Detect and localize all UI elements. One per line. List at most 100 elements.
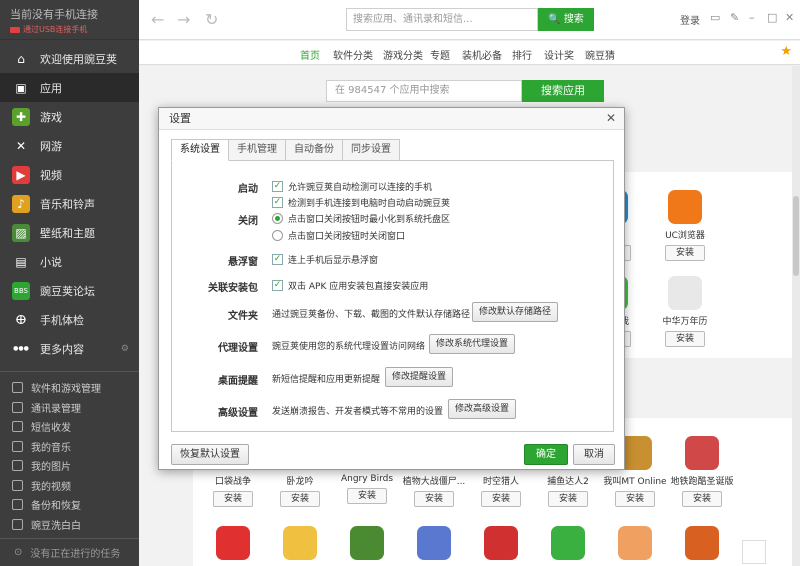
message-icon[interactable]: ▭	[710, 11, 720, 24]
app-card[interactable]	[264, 526, 336, 560]
app-icon[interactable]	[350, 526, 384, 560]
sidebar-item-10[interactable]: ●●● 更多内容 ⚙	[0, 334, 139, 363]
tab-sync-settings[interactable]: 同步设置	[342, 139, 400, 161]
change-advanced-button[interactable]: 修改高级设置	[448, 399, 517, 419]
ok-button[interactable]: 确定	[524, 444, 568, 465]
install-button[interactable]: 安装	[347, 488, 387, 504]
app-icon[interactable]	[484, 526, 518, 560]
app-icon[interactable]	[618, 526, 652, 560]
checkbox-checked[interactable]: ✓	[272, 181, 283, 192]
tab-phone-management[interactable]: 手机管理	[228, 139, 286, 161]
app-card[interactable]	[599, 526, 671, 560]
tab-system-settings[interactable]: 系统设置	[171, 139, 229, 161]
install-button[interactable]: 安装	[280, 491, 320, 507]
restore-defaults-button[interactable]: 恢复默认设置	[171, 444, 249, 465]
close-icon[interactable]: ✕	[785, 11, 794, 24]
forward-icon[interactable]: →	[177, 10, 190, 29]
back-icon[interactable]: ←	[151, 10, 164, 29]
sidebar-item-2[interactable]: ✚ 游戏	[0, 102, 139, 131]
device-status[interactable]: 当前没有手机连接 通过USB连接手机	[0, 0, 139, 40]
app-search-button[interactable]: 搜索应用	[522, 80, 604, 102]
sidebar-item-3[interactable]: ✕ 网游	[0, 131, 139, 160]
maximize-icon[interactable]: □	[767, 11, 777, 24]
radio-unselected[interactable]	[272, 230, 283, 241]
app-card[interactable]	[666, 526, 738, 560]
tab-guess[interactable]: 豌豆猜	[585, 47, 615, 62]
sidebar-sub-item-0[interactable]: 软件和游戏管理	[0, 378, 139, 398]
app-icon[interactable]	[216, 526, 250, 560]
login-link[interactable]: 登录	[680, 12, 700, 27]
close-icon[interactable]: ✕	[606, 111, 616, 125]
tab-essentials[interactable]: 装机必备	[462, 47, 502, 62]
change-notify-button[interactable]: 修改提醒设置	[385, 367, 454, 387]
tab-auto-backup[interactable]: 自动备份	[285, 139, 343, 161]
app-card[interactable]	[331, 526, 403, 560]
app-search-input[interactable]: 在 984547 个应用中搜索	[326, 80, 522, 102]
install-button[interactable]: 安装	[665, 331, 705, 347]
close-option-exit[interactable]: 点击窗口关闭按钮时关闭窗口	[272, 229, 405, 242]
sidebar-sub-item-1[interactable]: 通讯录管理	[0, 398, 139, 418]
refresh-icon[interactable]: ↻	[205, 10, 218, 29]
app-icon[interactable]	[685, 526, 719, 560]
radio-selected[interactable]	[272, 213, 283, 224]
search-input[interactable]: 搜索应用、通讯录和短信...	[346, 8, 538, 31]
apk-assoc-option[interactable]: ✓ 双击 APK 应用安装包直接安装应用	[272, 279, 428, 292]
sidebar-sub-item-4[interactable]: 我的图片	[0, 456, 139, 476]
app-card[interactable]	[532, 526, 604, 560]
sidebar-sub-item-3[interactable]: 我的音乐	[0, 437, 139, 457]
app-card[interactable]: UC浏览器 安装	[649, 190, 721, 261]
startup-option-auto-detect[interactable]: ✓ 允许豌豆荚自动检测可以连接的手机	[272, 180, 432, 193]
tab-software[interactable]: 软件分类	[333, 47, 373, 62]
install-button[interactable]: 安装	[213, 491, 253, 507]
cancel-button[interactable]: 取消	[573, 444, 615, 465]
app-icon[interactable]	[668, 276, 702, 310]
sidebar-item-4[interactable]: ▶ 视频	[0, 160, 139, 189]
task-status[interactable]: ⊙ 没有正在进行的任务	[0, 538, 139, 566]
sidebar-item-0[interactable]: ⌂ 欢迎使用豌豆荚	[0, 44, 139, 73]
install-button[interactable]: 安装	[615, 491, 655, 507]
minimize-icon[interactable]: –	[749, 11, 755, 24]
sidebar-item-1[interactable]: ▣ 应用	[0, 73, 139, 102]
app-icon[interactable]	[283, 526, 317, 560]
float-window-option[interactable]: ✓ 连上手机后显示悬浮窗	[272, 253, 378, 266]
sidebar-sub-item-7[interactable]: 豌豆洗白白	[0, 515, 139, 535]
tab-games[interactable]: 游戏分类	[383, 47, 423, 62]
app-card[interactable]	[197, 526, 269, 560]
sidebar-item-7[interactable]: ▤ 小说	[0, 247, 139, 276]
sidebar-item-5[interactable]: ♪ 音乐和铃声	[0, 189, 139, 218]
scroll-thumb[interactable]	[793, 196, 799, 276]
change-storage-path-button[interactable]: 修改默认存储路径	[472, 302, 559, 322]
star-icon[interactable]: ★	[780, 44, 792, 59]
install-button[interactable]: 安装	[548, 491, 588, 507]
install-button[interactable]: 安装	[665, 245, 705, 261]
tab-home[interactable]: 首页	[300, 47, 320, 68]
close-option-minimize[interactable]: 点击窗口关闭按钮时最小化到系统托盘区	[272, 212, 450, 225]
app-card[interactable]	[465, 526, 537, 560]
back-to-top-button[interactable]	[742, 540, 766, 564]
app-card[interactable]: 中华万年历 安装	[649, 276, 721, 347]
search-button[interactable]: 🔍 搜索	[538, 8, 594, 31]
app-icon[interactable]	[668, 190, 702, 224]
app-card[interactable]: 地铁跑酷圣诞版 安装	[666, 436, 738, 507]
app-card[interactable]	[398, 526, 470, 560]
sidebar-item-8[interactable]: BBS 豌豆荚论坛	[0, 276, 139, 305]
gear-icon[interactable]: ⚙	[121, 344, 129, 354]
checkbox-checked[interactable]: ✓	[272, 254, 283, 265]
wrench-icon[interactable]: ✎	[730, 11, 739, 24]
startup-option-auto-launch[interactable]: ✓ 检测到手机连接到电脑时自动启动豌豆荚	[272, 196, 450, 209]
sidebar-sub-item-6[interactable]: 备份和恢复	[0, 495, 139, 515]
sidebar-item-6[interactable]: ▨ 壁纸和主题	[0, 218, 139, 247]
sidebar-sub-item-5[interactable]: 我的视频	[0, 476, 139, 496]
app-icon[interactable]	[551, 526, 585, 560]
change-proxy-button[interactable]: 修改系统代理设置	[429, 334, 516, 354]
install-button[interactable]: 安装	[481, 491, 521, 507]
app-icon[interactable]	[685, 436, 719, 470]
tab-topics[interactable]: 专题	[430, 47, 450, 62]
app-icon[interactable]	[417, 526, 451, 560]
checkbox-checked[interactable]: ✓	[272, 280, 283, 291]
install-button[interactable]: 安装	[414, 491, 454, 507]
sidebar-sub-item-2[interactable]: 短信收发	[0, 417, 139, 437]
tab-rankings[interactable]: 排行	[512, 47, 532, 62]
scrollbar[interactable]	[792, 66, 800, 566]
install-button[interactable]: 安装	[682, 491, 722, 507]
